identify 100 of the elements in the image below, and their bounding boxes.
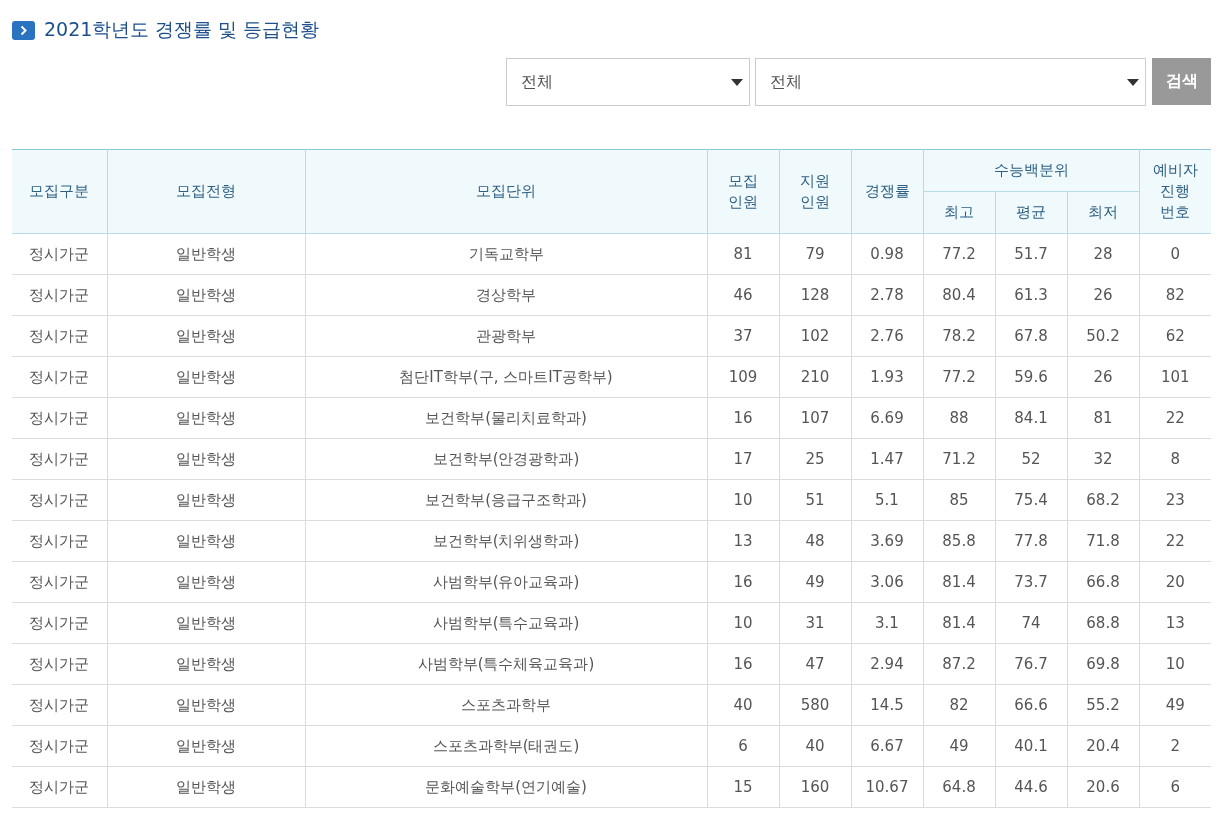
- table-cell: 78.2: [923, 315, 995, 357]
- table-cell: 74: [995, 602, 1067, 644]
- column-header: 평균: [995, 191, 1067, 234]
- column-header: 모집단위: [305, 149, 707, 234]
- column-header: 지원 인원: [779, 149, 851, 234]
- table-cell: 일반학생: [107, 520, 305, 562]
- table-cell: 40: [707, 684, 779, 726]
- table-cell: 67.8: [995, 315, 1067, 357]
- table-cell: 109: [707, 356, 779, 398]
- table-cell: 스포츠과학부: [305, 684, 707, 726]
- table-cell: 40: [779, 725, 851, 767]
- table-cell: 64.8: [923, 766, 995, 808]
- table-cell: 16: [707, 397, 779, 439]
- table-cell: 128: [779, 274, 851, 316]
- table-cell: 68.2: [1067, 479, 1139, 521]
- table-cell: 81: [1067, 397, 1139, 439]
- table-cell: 82: [923, 684, 995, 726]
- table-cell: 정시가군: [12, 643, 107, 685]
- table-cell: 사범학부(특수교육과): [305, 602, 707, 644]
- table-cell: 55.2: [1067, 684, 1139, 726]
- table-cell: 보건학부(물리치료학과): [305, 397, 707, 439]
- table-cell: 17: [707, 438, 779, 480]
- column-header: 최저: [1067, 191, 1139, 234]
- table-cell: 46: [707, 274, 779, 316]
- table-cell: 일반학생: [107, 356, 305, 398]
- table-cell: 일반학생: [107, 315, 305, 357]
- table-cell: 정시가군: [12, 684, 107, 726]
- table-cell: 71.2: [923, 438, 995, 480]
- table-cell: 관광학부: [305, 315, 707, 357]
- table-cell: 69.8: [1067, 643, 1139, 685]
- table-cell: 15: [707, 766, 779, 808]
- table-cell: 정시가군: [12, 438, 107, 480]
- table-cell: 59.6: [995, 356, 1067, 398]
- table-cell: 37: [707, 315, 779, 357]
- table-cell: 스포츠과학부(태권도): [305, 725, 707, 767]
- table-cell: 10: [707, 479, 779, 521]
- table-cell: 16: [707, 643, 779, 685]
- table-cell: 88: [923, 397, 995, 439]
- table-cell: 10.67: [851, 766, 923, 808]
- table-cell: 일반학생: [107, 561, 305, 603]
- table-cell: 정시가군: [12, 315, 107, 357]
- table-cell: 85.8: [923, 520, 995, 562]
- dropdown[interactable]: 전체: [755, 58, 1146, 106]
- page-title: 2021학년도 경쟁률 및 등급현황: [44, 17, 320, 42]
- table-cell: 20.6: [1067, 766, 1139, 808]
- table-cell: 보건학부(안경광학과): [305, 438, 707, 480]
- table-cell: 102: [779, 315, 851, 357]
- table-cell: 정시가군: [12, 397, 107, 439]
- table-cell: 경상학부: [305, 274, 707, 316]
- table-cell: 80.4: [923, 274, 995, 316]
- table-cell: 81: [707, 233, 779, 275]
- table-cell: 문화예술학부(연기예술): [305, 766, 707, 808]
- table-cell: 66.8: [1067, 561, 1139, 603]
- table-cell: 40.1: [995, 725, 1067, 767]
- table-cell: 77.2: [923, 233, 995, 275]
- table-cell: 52: [995, 438, 1067, 480]
- table-cell: 66.6: [995, 684, 1067, 726]
- table-cell: 68.8: [1067, 602, 1139, 644]
- table-cell: 1.47: [851, 438, 923, 480]
- column-header: 수능백분위: [923, 149, 1139, 192]
- table-cell: 3.06: [851, 561, 923, 603]
- table-cell: 51.7: [995, 233, 1067, 275]
- chevron-icon: [12, 20, 35, 40]
- table-cell: 13: [707, 520, 779, 562]
- table-cell: 기독교학부: [305, 233, 707, 275]
- table-cell: 일반학생: [107, 643, 305, 685]
- table-cell: 71.8: [1067, 520, 1139, 562]
- table-cell: 44.6: [995, 766, 1067, 808]
- column-header: 예비자 진행 번호: [1139, 149, 1211, 234]
- table-cell: 일반학생: [107, 397, 305, 439]
- table-cell: 일반학생: [107, 479, 305, 521]
- table-cell: 일반학생: [107, 684, 305, 726]
- column-header: 최고: [923, 191, 995, 234]
- table-cell: 일반학생: [107, 766, 305, 808]
- table-cell: 28: [1067, 233, 1139, 275]
- table-cell: 51: [779, 479, 851, 521]
- table-cell: 26: [1067, 274, 1139, 316]
- table-cell: 160: [779, 766, 851, 808]
- table-cell: 보건학부(응급구조학과): [305, 479, 707, 521]
- table-cell: 2.78: [851, 274, 923, 316]
- table-cell: 0.98: [851, 233, 923, 275]
- column-header: 모집전형: [107, 149, 305, 234]
- table-cell: 보건학부(치위생학과): [305, 520, 707, 562]
- dropdown[interactable]: 전체: [506, 58, 750, 106]
- table-cell: 2.94: [851, 643, 923, 685]
- table-cell: 25: [779, 438, 851, 480]
- table-cell: 정시가군: [12, 561, 107, 603]
- table-cell: 정시가군: [12, 479, 107, 521]
- table-cell: 14.5: [851, 684, 923, 726]
- table-cell: 6.69: [851, 397, 923, 439]
- table-cell: 48: [779, 520, 851, 562]
- table-cell: 일반학생: [107, 438, 305, 480]
- table-cell: 정시가군: [12, 766, 107, 808]
- table-cell: 210: [779, 356, 851, 398]
- table-cell: 77.8: [995, 520, 1067, 562]
- table-cell: 81.4: [923, 602, 995, 644]
- table-cell: 81.4: [923, 561, 995, 603]
- table-cell: 사범학부(특수체육교육과): [305, 643, 707, 685]
- table-cell: 87.2: [923, 643, 995, 685]
- table-cell: 61.3: [995, 274, 1067, 316]
